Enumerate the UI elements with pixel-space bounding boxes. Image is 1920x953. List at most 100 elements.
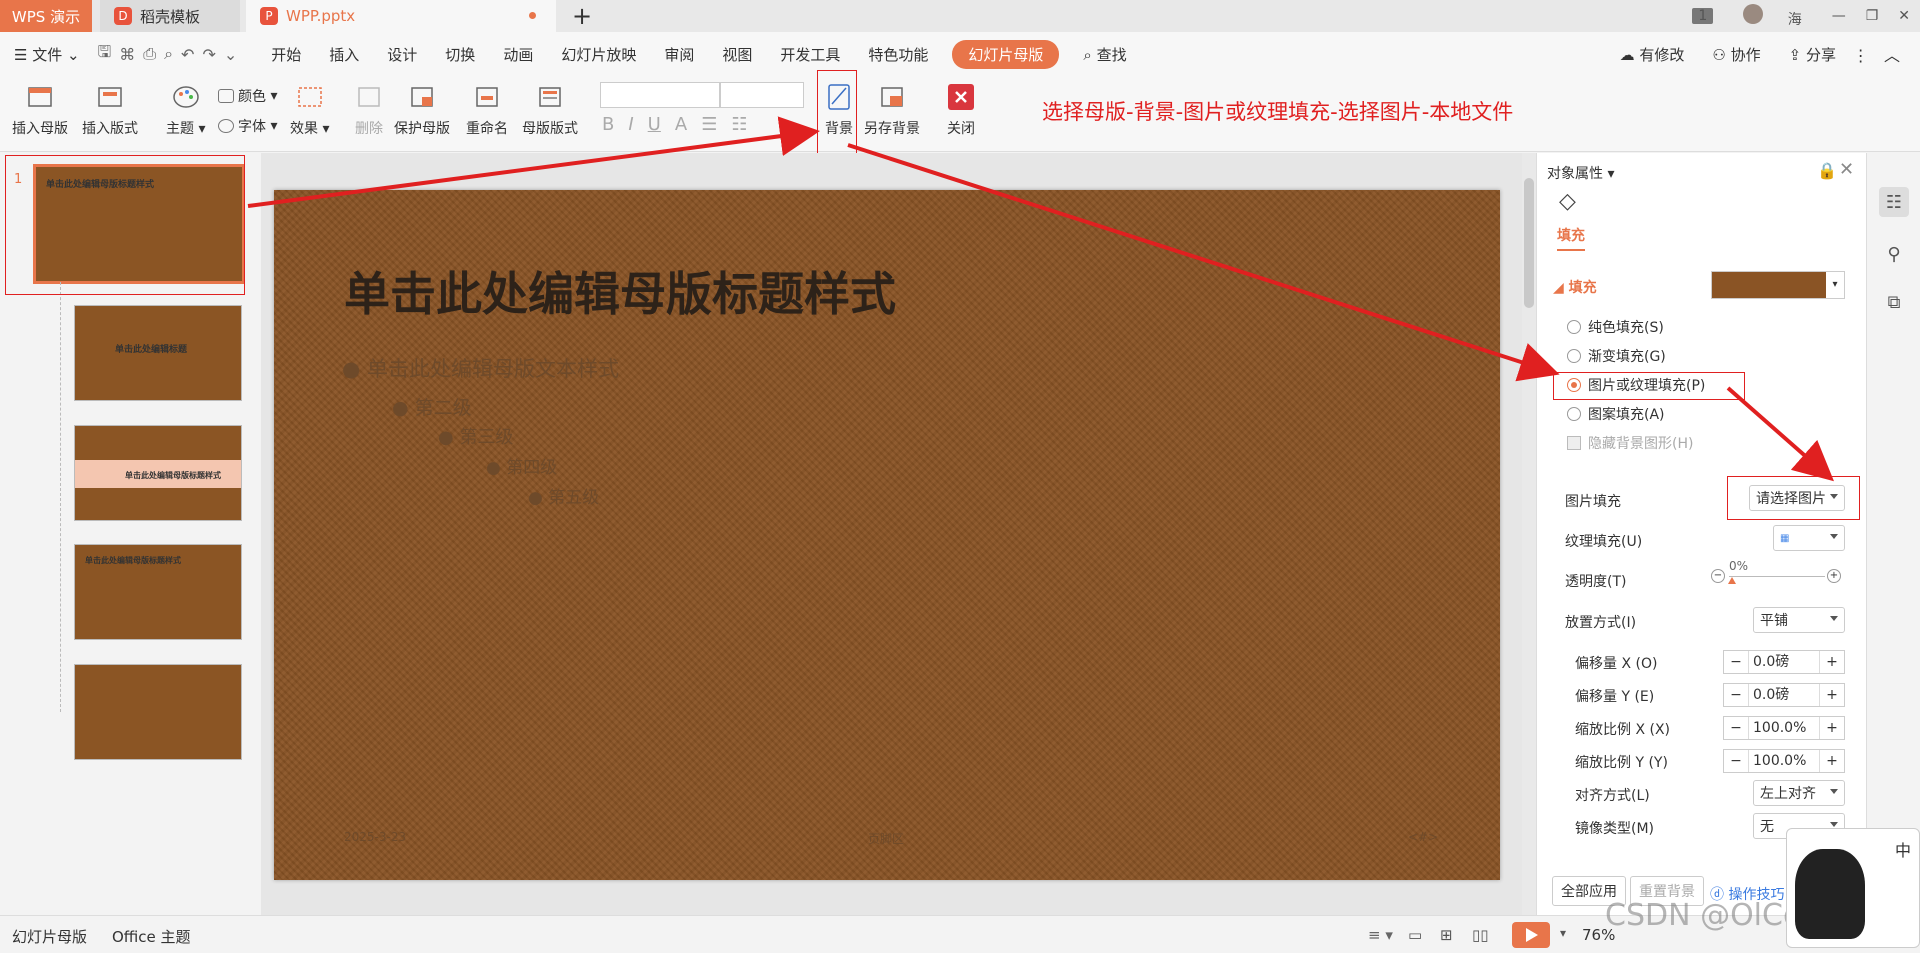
footer-placeholder[interactable]: 页脚区 — [868, 830, 904, 847]
delete-button[interactable]: 删除 — [352, 82, 386, 138]
tab-fill[interactable]: 填充 — [1557, 225, 1585, 251]
scrollbar-thumb[interactable] — [1524, 178, 1534, 308]
minimize-button[interactable]: — — [1832, 8, 1846, 24]
menu-developer[interactable]: 开发工具 — [780, 44, 840, 65]
layout-thumbnail[interactable] — [74, 664, 242, 760]
menu-special[interactable]: 特色功能 — [868, 44, 928, 65]
font-name-select[interactable] — [600, 82, 720, 108]
notes-icon[interactable]: ≡ ▾ — [1368, 926, 1393, 944]
bullet-level-4[interactable]: ● 第四级 — [486, 453, 557, 478]
format-painter-icon[interactable]: ⌘ — [119, 45, 135, 64]
slider-handle[interactable] — [1728, 577, 1736, 584]
floating-assistant[interactable]: 中 — [1786, 828, 1920, 948]
app-badge[interactable]: WPS 演示 — [0, 0, 92, 32]
slide-master[interactable]: 单击此处编辑母版标题样式 ● 单击此处编辑母版文本样式 ● 第二级 ● 第三级 … — [274, 190, 1500, 880]
bold-icon[interactable]: B — [602, 114, 614, 135]
user-area[interactable]: 海 — [1733, 3, 1811, 29]
print-icon[interactable]: ⎙ — [143, 44, 156, 64]
window-count-badge[interactable]: 1 — [1692, 8, 1714, 24]
font-size-select[interactable] — [720, 82, 804, 108]
theme-button[interactable]: 主题 ▾ — [166, 82, 205, 138]
layout-thumbnail[interactable]: 单击此处编辑标题 — [74, 305, 242, 401]
bullet-level-1[interactable]: ● 单击此处编辑母版文本样式 — [342, 353, 619, 383]
close-window-button[interactable]: ✕ — [1898, 8, 1910, 24]
panel-header[interactable]: 对象属性 ▾ — [1547, 163, 1614, 183]
scale-x-stepper[interactable]: −100.0% + — [1723, 716, 1845, 740]
layout-thumbnail[interactable]: 单击此处编辑母版标题样式 — [74, 544, 242, 640]
fill-section-header[interactable]: ◢ 填充 — [1553, 277, 1597, 297]
italic-icon[interactable]: I — [628, 114, 633, 135]
bullet-list-icon[interactable]: ☰ — [701, 114, 717, 135]
restore-button[interactable]: ❐ — [1866, 8, 1879, 24]
share-button[interactable]: ⇪ 分享 — [1789, 44, 1836, 65]
master-layout-button[interactable]: 母版版式 — [522, 82, 578, 138]
close-icon[interactable]: ✕ — [1839, 159, 1854, 180]
scale-y-stepper[interactable]: −100.0% + — [1723, 749, 1845, 773]
menu-review[interactable]: 审阅 — [664, 44, 694, 65]
transform-icon[interactable]: ⧉ — [1879, 287, 1909, 317]
menu-view[interactable]: 视图 — [722, 44, 752, 65]
option-hide-background[interactable]: 隐藏背景图形(H) — [1567, 433, 1693, 453]
has-changes-button[interactable]: ☁ 有修改 — [1620, 44, 1685, 65]
placement-select[interactable]: 平铺 — [1753, 607, 1845, 633]
redo-icon[interactable]: ↷ — [202, 45, 215, 64]
offset-x-stepper[interactable]: −0.0磅 + — [1723, 650, 1845, 674]
reading-view-icon[interactable]: ▯▯ — [1472, 926, 1489, 944]
play-slideshow-button[interactable] — [1512, 922, 1550, 948]
option-pattern-fill[interactable]: 图案填充(A) — [1567, 404, 1665, 424]
normal-view-icon[interactable]: ▭ — [1408, 926, 1422, 944]
transparency-slider[interactable]: − 0% + — [1711, 559, 1841, 589]
effect-button[interactable]: 效果 ▾ — [290, 82, 329, 138]
date-placeholder[interactable]: 2025-3-23 — [344, 830, 406, 844]
menu-animation[interactable]: 动画 — [503, 44, 533, 65]
lock-icon[interactable]: 🔒 — [1817, 161, 1837, 180]
save-background-icon — [875, 82, 909, 112]
bullet-level-3[interactable]: ● 第三级 — [438, 423, 513, 449]
tab-docer-templates[interactable]: D 稻壳模板 — [100, 0, 240, 32]
save-icon[interactable]: 🖫 — [98, 41, 112, 68]
option-gradient-fill[interactable]: 渐变填充(G) — [1567, 346, 1666, 366]
numbered-list-icon[interactable]: ☷ — [731, 114, 747, 135]
offset-y-stepper[interactable]: −0.0磅 + — [1723, 683, 1845, 707]
menu-transition[interactable]: 切换 — [445, 44, 475, 65]
menu-design[interactable]: 设计 — [387, 44, 417, 65]
layout-thumbnail[interactable]: 单击此处编辑母版标题样式 — [74, 425, 242, 521]
insert-master-button[interactable]: 插入母版 — [12, 82, 68, 138]
bullet-level-5[interactable]: ● 第五级 — [528, 483, 599, 508]
menu-slideshow[interactable]: 幻灯片放映 — [561, 44, 636, 65]
sorter-view-icon[interactable]: ⊞ — [1440, 926, 1453, 944]
more-options-icon[interactable]: ⋮ ︿ — [1853, 42, 1900, 66]
properties-icon[interactable]: ☷ — [1879, 187, 1909, 217]
pin-icon[interactable]: ⚲ — [1879, 239, 1909, 269]
align-select[interactable]: 左上对齐 — [1753, 780, 1845, 806]
rename-button[interactable]: 重命名 — [466, 82, 508, 138]
font-button[interactable]: 字体 ▾ — [218, 116, 277, 136]
texture-fill-select[interactable]: ▦ — [1773, 525, 1845, 551]
chevron-down-icon[interactable]: ▾ — [1560, 926, 1566, 940]
master-title-placeholder[interactable]: 单击此处编辑母版标题样式 — [344, 258, 896, 324]
underline-icon[interactable]: U — [648, 114, 661, 135]
undo-icon[interactable]: ↶ — [181, 45, 194, 64]
option-solid-fill[interactable]: 纯色填充(S) — [1567, 317, 1664, 337]
font-color-icon[interactable]: A — [675, 114, 687, 135]
search-button[interactable]: ⌕ 查找 — [1083, 44, 1126, 65]
menu-slide-master[interactable]: 幻灯片母版 — [952, 39, 1060, 69]
menu-home[interactable]: 开始 — [271, 44, 301, 65]
color-button[interactable]: 颜色 ▾ — [218, 86, 277, 106]
protect-master-button[interactable]: 保护母版 — [394, 82, 450, 138]
fill-preview-dropdown[interactable]: ▾ — [1711, 271, 1845, 299]
save-background-button[interactable]: 另存背景 — [864, 82, 920, 138]
format-group: B I U A ☰ ☷ — [602, 114, 761, 135]
ime-icon[interactable]: 中 — [1895, 837, 1911, 861]
new-tab-button[interactable]: + — [572, 2, 592, 30]
file-menu[interactable]: ☰ 文件 ⌄ — [14, 44, 80, 65]
page-number-placeholder[interactable]: <#> — [1408, 830, 1438, 844]
menu-insert[interactable]: 插入 — [329, 44, 359, 65]
close-master-button[interactable]: 关闭 — [944, 82, 978, 138]
more-icon[interactable]: ⌄ — [224, 45, 237, 64]
preview-icon[interactable]: ⌕ — [164, 44, 173, 64]
bullet-level-2[interactable]: ● 第二级 — [392, 393, 472, 420]
collaborate-button[interactable]: ⚇ 协作 — [1712, 44, 1760, 65]
tab-document[interactable]: P WPP.pptx — [246, 0, 556, 32]
insert-layout-button[interactable]: 插入版式 — [82, 82, 138, 138]
